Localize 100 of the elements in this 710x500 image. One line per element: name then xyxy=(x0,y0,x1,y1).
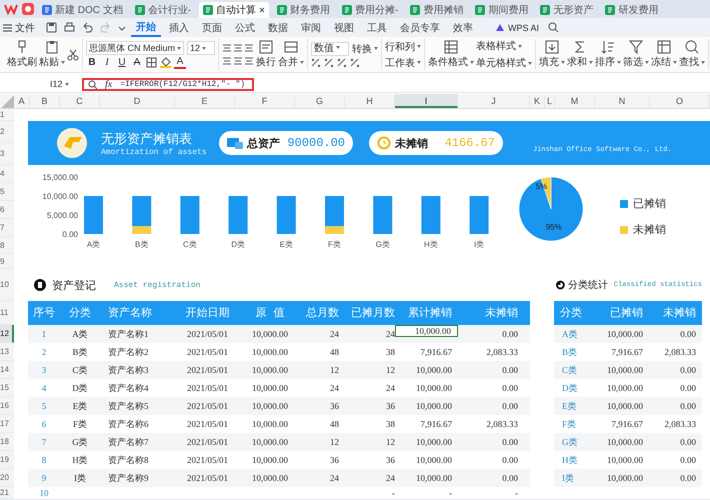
table-cell[interactable]: 4 xyxy=(28,379,60,397)
column-header[interactable]: O xyxy=(650,94,710,108)
table-cell[interactable]: - xyxy=(458,487,530,499)
table-cell[interactable]: D类 xyxy=(554,379,594,397)
table-style-button[interactable]: 表格样式 xyxy=(476,39,522,53)
row-header[interactable]: 14 xyxy=(0,361,14,379)
format-button[interactable]: I xyxy=(101,56,113,68)
row-header[interactable]: 12 xyxy=(0,325,14,343)
menu-tab[interactable]: 页面 xyxy=(197,20,227,36)
tool-button[interactable]: 冻结 xyxy=(651,40,678,69)
column-header[interactable]: D xyxy=(100,94,175,108)
table-cell[interactable]: 24 xyxy=(300,379,345,397)
table-cell[interactable]: 0.00 xyxy=(649,433,702,451)
format-button[interactable]: A xyxy=(131,56,143,68)
cell-style-button[interactable]: 单元格样式 xyxy=(476,56,532,70)
wrap-text-button[interactable]: 换行 xyxy=(256,40,276,69)
table-cell[interactable]: 7,916.67 xyxy=(395,415,458,433)
table-cell[interactable]: 10,000.00 xyxy=(395,451,458,469)
table-cell[interactable]: 10,000.00 xyxy=(594,469,649,487)
table-cell[interactable]: 8 xyxy=(28,451,60,469)
align-icon[interactable] xyxy=(244,56,254,66)
table-cell[interactable]: 24 xyxy=(345,379,395,397)
scissors-icon[interactable] xyxy=(67,48,79,60)
table-cell[interactable]: 10,000.00 xyxy=(240,361,300,379)
column-header[interactable]: K xyxy=(530,94,545,108)
menu-tab[interactable]: 公式 xyxy=(230,20,260,36)
table-cell[interactable]: 资产名称7 xyxy=(100,433,175,451)
row-header[interactable]: 2 xyxy=(0,121,14,143)
table-cell[interactable]: 7,916.67 xyxy=(594,415,649,433)
column-header[interactable]: C xyxy=(60,94,100,108)
table-cell[interactable]: 0.00 xyxy=(649,469,702,487)
table-cell[interactable]: 12 xyxy=(345,361,395,379)
font-name-dropdown[interactable]: 思源黑体 CN Medium xyxy=(86,40,184,54)
table-cell[interactable]: 10,000.00 xyxy=(240,469,300,487)
table-cell[interactable]: 资产名称2 xyxy=(100,343,175,361)
format-painter-button[interactable]: 格式刷 xyxy=(7,40,37,69)
column-header[interactable]: L xyxy=(545,94,555,108)
table-cell[interactable]: 0.00 xyxy=(458,469,530,487)
file-tab[interactable]: 费用分摊- xyxy=(338,2,402,18)
table-cell[interactable]: 2,083.33 xyxy=(649,343,702,361)
table-cell[interactable]: 2021/05/01 xyxy=(175,397,240,415)
table-cell[interactable]: 10,000.00 xyxy=(240,397,300,415)
table-cell[interactable]: 10,000.00 xyxy=(240,379,300,397)
row-header[interactable]: 6 xyxy=(0,201,14,219)
function-label[interactable]: fx xyxy=(105,78,112,90)
align-icon[interactable] xyxy=(233,56,244,66)
tool-button[interactable]: 求和 xyxy=(567,40,594,69)
table-cell[interactable]: 0.00 xyxy=(649,451,702,469)
border-icon[interactable] xyxy=(146,57,157,68)
table-cell[interactable]: H类 xyxy=(60,451,100,469)
table-cell[interactable]: 10,000.00 xyxy=(594,379,649,397)
table-cell[interactable]: 0.00 xyxy=(649,397,702,415)
bucket-icon[interactable] xyxy=(160,57,171,68)
row-header[interactable]: 13 xyxy=(0,343,14,361)
menu-tab[interactable]: 效率 xyxy=(448,20,478,36)
table-cell[interactable]: 38 xyxy=(345,343,395,361)
table-cell[interactable]: 资产名称4 xyxy=(100,379,175,397)
table-cell[interactable]: 7,916.67 xyxy=(395,343,458,361)
file-tab[interactable]: 新建 DOC 文档 xyxy=(38,2,127,18)
table-cell[interactable]: 2,083.33 xyxy=(458,415,530,433)
table-cell[interactable]: C类 xyxy=(60,361,100,379)
table-cell[interactable]: 2021/05/01 xyxy=(175,361,240,379)
number-format-icon[interactable] xyxy=(324,58,334,68)
table-cell[interactable]: 2021/05/01 xyxy=(175,325,240,343)
table-cell[interactable]: B类 xyxy=(60,343,100,361)
column-header[interactable]: I xyxy=(395,94,458,108)
table-cell[interactable]: 36 xyxy=(345,451,395,469)
column-header[interactable]: J xyxy=(458,94,530,108)
table-cell[interactable]: 10,000.00 xyxy=(240,415,300,433)
number-format-icon[interactable] xyxy=(350,58,360,68)
row-header[interactable]: 9 xyxy=(0,254,14,269)
table-cell[interactable]: 12 xyxy=(300,361,345,379)
table-cell[interactable]: 资产名称9 xyxy=(100,469,175,487)
zoom-icon[interactable] xyxy=(88,80,97,88)
table-cell[interactable]: 资产名称8 xyxy=(100,451,175,469)
table-cell[interactable]: 38 xyxy=(345,415,395,433)
number-format-icon[interactable] xyxy=(311,58,322,68)
paste-button[interactable]: 粘贴 xyxy=(39,40,65,69)
column-header[interactable]: F xyxy=(235,94,295,108)
row-header[interactable]: 7 xyxy=(0,219,14,237)
align-icon[interactable] xyxy=(222,43,232,53)
table-cell[interactable]: 0.00 xyxy=(458,433,530,451)
menu-tab[interactable]: 审阅 xyxy=(296,20,326,36)
number-format-icon[interactable] xyxy=(337,58,348,68)
search-icon[interactable] xyxy=(548,22,560,33)
table-cell[interactable]: 10,000.00 xyxy=(395,433,458,451)
convert-button[interactable]: 转换 xyxy=(352,42,378,56)
table-cell[interactable]: 10,000.00 xyxy=(395,469,458,487)
menu-tab[interactable]: 工具 xyxy=(362,20,392,36)
table-cell[interactable]: 2021/05/01 xyxy=(175,343,240,361)
ai-button[interactable]: WPS AI xyxy=(491,22,544,34)
format-button[interactable]: U xyxy=(116,56,128,68)
file-tab[interactable]: 费用摊销 xyxy=(406,2,468,18)
row-header[interactable]: 3 xyxy=(0,143,14,165)
tool-button[interactable]: 筛选 xyxy=(623,40,650,69)
table-cell[interactable]: E类 xyxy=(60,397,100,415)
table-cell[interactable]: 24 xyxy=(345,325,395,343)
table-cell[interactable]: 0.00 xyxy=(458,451,530,469)
table-cell[interactable]: 10,000.00 xyxy=(395,361,458,379)
name-box[interactable]: I12 xyxy=(0,79,70,89)
